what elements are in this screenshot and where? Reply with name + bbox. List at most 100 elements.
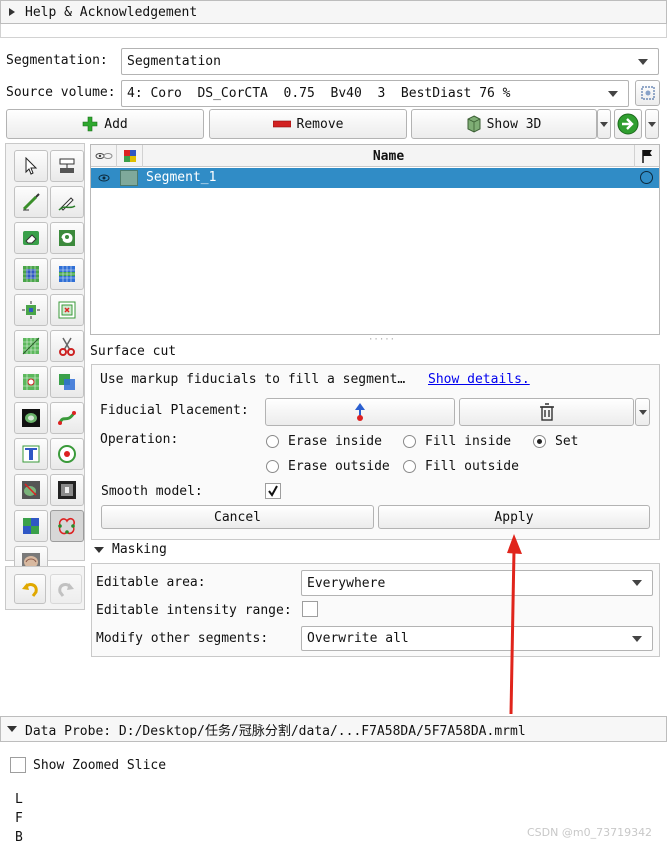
help-section-header[interactable]: Help & Acknowledgement: [0, 0, 667, 24]
cancel-button[interactable]: Cancel: [101, 505, 374, 529]
option-fill-inside[interactable]: Fill inside: [403, 434, 511, 449]
show-details-link[interactable]: Show details.: [428, 372, 530, 387]
option-fill-outside[interactable]: Fill outside: [403, 459, 519, 474]
chevron-down-icon: [608, 90, 618, 97]
status-column-header[interactable]: [635, 145, 659, 167]
set-radio[interactable]: [533, 435, 546, 448]
source-volume-select[interactable]: 4: Coro DS_CorCTA 0.75 Bv40 3 BestDiast …: [121, 80, 629, 107]
effect-description: Use markup fiducials to fill a segment…: [100, 372, 406, 387]
modify-other-segments-value: Overwrite all: [307, 631, 409, 646]
cube-3d-icon: [467, 115, 481, 133]
place-fiducial-button[interactable]: [265, 398, 455, 426]
remove-segment-button[interactable]: Remove: [209, 109, 407, 139]
effect-engrave-button[interactable]: [50, 474, 84, 506]
segmentation-select[interactable]: Segmentation: [121, 48, 659, 75]
add-label: Add: [104, 116, 128, 132]
surface-cut-icon: [58, 518, 75, 535]
smooth-model-checkbox[interactable]: [265, 483, 281, 499]
effect-watershed-button[interactable]: [14, 474, 48, 506]
undo-icon: [22, 583, 38, 597]
segment-visibility-toggle[interactable]: [91, 168, 117, 188]
segment-name[interactable]: Segment_1: [146, 170, 216, 185]
effect-surface-cut-button[interactable]: [50, 510, 84, 542]
next-step-button[interactable]: [614, 109, 642, 139]
trash-icon: [539, 403, 554, 421]
apply-button[interactable]: Apply: [378, 505, 650, 529]
segmentation-select-value: Segmentation: [127, 54, 221, 69]
probe-coordinate-f: F: [15, 811, 23, 826]
effect-margin-button[interactable]: [14, 294, 48, 326]
segments-table: Name Segment_1: [90, 144, 660, 335]
show-3d-menu-button[interactable]: [597, 109, 611, 139]
fiducial-menu-button[interactable]: [635, 398, 650, 426]
place-fiducial-icon: [355, 403, 365, 421]
redo-button[interactable]: [50, 574, 82, 604]
option-set[interactable]: Set: [533, 434, 578, 449]
wrap-solidify-icon: [23, 518, 39, 534]
delete-fiducials-button[interactable]: [459, 398, 634, 426]
show-zoomed-slice-label: Show Zoomed Slice: [33, 757, 167, 773]
intensity-range-checkbox[interactable]: [302, 601, 318, 617]
mask-volume-icon: [22, 409, 40, 427]
effect-logical-operators-button[interactable]: [50, 366, 84, 398]
set-label: Set: [555, 434, 579, 449]
erase-inside-label: Erase inside: [288, 434, 382, 449]
watershed-icon: [22, 481, 40, 499]
masking-section-header[interactable]: Masking: [90, 542, 167, 557]
redo-icon: [58, 583, 74, 597]
effect-level-tracing-button[interactable]: [50, 222, 84, 254]
effect-paint-button[interactable]: [14, 186, 48, 218]
show-3d-button[interactable]: Show 3D: [411, 109, 597, 139]
data-probe-header[interactable]: Data Probe: D:/Desktop/任务/冠脉分割/data/...F…: [0, 716, 667, 742]
table-header: Name: [91, 145, 659, 167]
segment-color-swatch[interactable]: [120, 170, 138, 186]
effect-draw-button[interactable]: [50, 186, 84, 218]
segmentation-label: Segmentation:: [6, 53, 108, 68]
splitter-handle[interactable]: ·····: [368, 335, 395, 345]
effect-local-threshold-button[interactable]: [50, 438, 84, 470]
show-zoomed-slice-option[interactable]: Show Zoomed Slice: [10, 757, 166, 773]
effect-split-volume-button[interactable]: [14, 438, 48, 470]
effect-draw-tube-button[interactable]: [50, 402, 84, 434]
effect-wrap-solidify-button[interactable]: [14, 510, 48, 542]
logical-operators-icon: [59, 374, 75, 390]
name-column-header[interactable]: Name: [143, 145, 635, 167]
effect-erase-button[interactable]: [14, 222, 48, 254]
show-zoomed-slice-checkbox[interactable]: [10, 757, 26, 773]
effect-mask-volume-button[interactable]: [14, 402, 48, 434]
effect-hollow-button[interactable]: [50, 294, 84, 326]
minus-icon: [272, 120, 291, 128]
segment-status-icon[interactable]: [640, 171, 653, 184]
effect-smoothing-button[interactable]: [14, 330, 48, 362]
source-volume-options-button[interactable]: [635, 80, 660, 106]
visibility-column-header[interactable]: [91, 145, 117, 167]
flag-icon: [642, 150, 652, 163]
effect-grow-button[interactable]: [50, 150, 84, 182]
option-erase-inside[interactable]: Erase inside: [266, 434, 382, 449]
fill-inside-radio[interactable]: [403, 435, 416, 448]
arrow-right-circle-icon: [617, 113, 639, 135]
fill-outside-radio[interactable]: [403, 460, 416, 473]
fiducial-placement-label: Fiducial Placement:: [100, 403, 249, 418]
erase-outside-radio[interactable]: [266, 460, 279, 473]
erase-inside-radio[interactable]: [266, 435, 279, 448]
table-row[interactable]: Segment_1: [91, 168, 659, 188]
modify-other-segments-select[interactable]: Overwrite all: [301, 626, 653, 651]
color-column-header[interactable]: [117, 145, 143, 167]
add-segment-button[interactable]: Add: [6, 109, 204, 139]
editable-area-select[interactable]: Everywhere: [301, 570, 653, 596]
option-erase-outside[interactable]: Erase outside: [266, 459, 390, 474]
effect-none-button[interactable]: [14, 150, 48, 182]
probe-coordinates: L F B: [15, 790, 23, 847]
eye-icon: [95, 153, 112, 159]
undo-button[interactable]: [14, 574, 46, 604]
engrave-icon: [58, 481, 76, 499]
grid-seeds-icon: [23, 266, 39, 282]
effect-scissors-button[interactable]: [50, 330, 84, 362]
fill-outside-label: Fill outside: [425, 459, 519, 474]
effect-islands-button[interactable]: [14, 366, 48, 398]
effect-grow-from-seeds-button[interactable]: [14, 258, 48, 290]
cursor-icon: [25, 157, 38, 175]
effect-fill-between-slices-button[interactable]: [50, 258, 84, 290]
next-step-menu-button[interactable]: [645, 109, 659, 139]
